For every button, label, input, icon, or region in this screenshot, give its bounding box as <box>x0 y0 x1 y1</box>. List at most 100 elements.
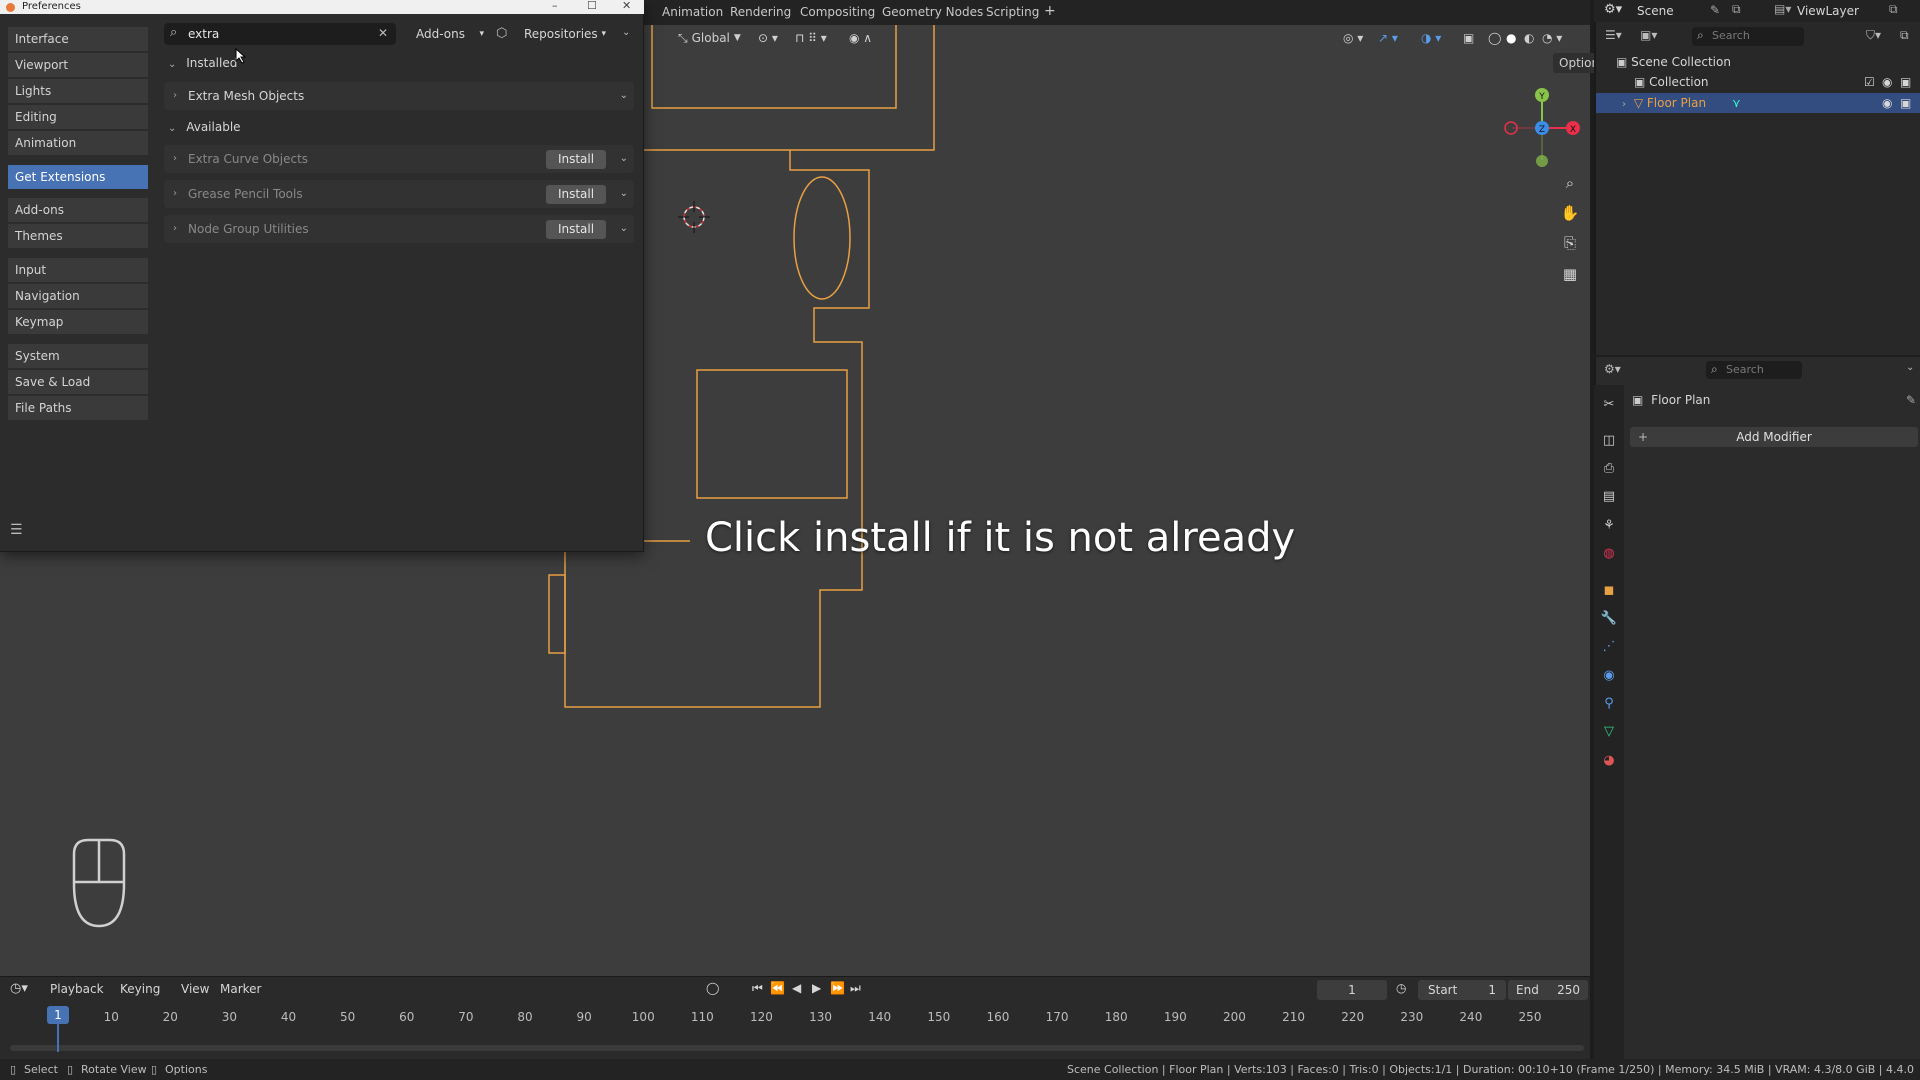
nav-editing[interactable]: Editing <box>8 105 148 129</box>
nav-interface[interactable]: Interface <box>8 27 148 51</box>
nav-system[interactable]: System <box>8 344 148 368</box>
navigation-gizmo[interactable]: Y Z X <box>1500 80 1580 170</box>
view-layer-name[interactable]: ViewLayer <box>1797 4 1859 18</box>
add-workspace-button[interactable]: + <box>1044 3 1056 19</box>
menu-view[interactable]: View <box>181 982 209 996</box>
visibility-icon[interactable]: ◎ ▾ <box>1343 29 1363 47</box>
extension-row-grease-pencil-tools[interactable]: › Grease Pencil Tools Install ⌄ <box>164 180 634 208</box>
xray-icon[interactable]: ▣ <box>1463 29 1474 47</box>
tab-animation[interactable]: Animation <box>662 5 723 19</box>
overlay-icon[interactable]: ◑ ▾ <box>1421 29 1441 47</box>
end-frame-field[interactable]: End 250 <box>1508 980 1588 1000</box>
chevron-down-icon[interactable]: ⌄ <box>620 82 628 110</box>
outliner-display-mode-icon[interactable]: ☰▾ <box>1605 28 1622 42</box>
particles-icon[interactable]: ⋰ <box>1600 637 1618 655</box>
tab-geometry-nodes[interactable]: Geometry Nodes <box>882 5 983 19</box>
material-icon[interactable]: ◕ <box>1600 751 1618 769</box>
nav-animation[interactable]: Animation <box>8 131 148 155</box>
outliner-filter-mode-icon[interactable]: ▣▾ <box>1640 28 1657 42</box>
pin-icon[interactable]: ✎ <box>1710 3 1720 17</box>
physics-icon[interactable]: ◉ <box>1600 666 1618 684</box>
install-button[interactable]: Install <box>546 220 606 239</box>
outliner-row-scene-collection[interactable]: ▣ Scene Collection <box>1596 52 1920 72</box>
modifier-wrench-icon[interactable]: 🔧 <box>1600 609 1618 627</box>
current-frame-field[interactable]: 1 <box>1317 980 1387 1000</box>
properties-object-name[interactable]: Floor Plan <box>1651 393 1710 407</box>
menu-playback[interactable]: Playback <box>50 982 104 996</box>
rendered-shading-icon[interactable]: ◔ ▾ <box>1542 29 1562 47</box>
pan-hand-icon[interactable]: ✋ <box>1559 204 1581 226</box>
scene-name[interactable]: Scene <box>1637 4 1674 18</box>
tab-compositing[interactable]: Compositing <box>800 5 875 19</box>
pivot-icon[interactable]: ⊙ ▾ <box>758 29 778 47</box>
installed-section-header[interactable]: ⌄ Installed <box>164 53 237 73</box>
solid-shading-icon[interactable]: ● <box>1506 29 1516 47</box>
output-icon[interactable]: ⎙ <box>1600 459 1618 477</box>
jump-keyframe-back-icon[interactable]: ⏪ <box>770 981 785 995</box>
proportional-edit-icon[interactable]: ◉ ∧ <box>849 29 872 47</box>
nav-viewport[interactable]: Viewport <box>8 53 148 77</box>
nav-save-load[interactable]: Save & Load <box>8 370 148 394</box>
menu-keying[interactable]: Keying <box>120 982 160 996</box>
maximize-icon[interactable]: ☐ <box>587 0 597 12</box>
add-modifier-button[interactable]: + Add Modifier <box>1630 427 1918 447</box>
minimize-icon[interactable]: – <box>552 0 558 12</box>
checkbox-icon[interactable]: ☑ <box>1864 72 1875 92</box>
nav-input[interactable]: Input <box>8 258 148 282</box>
jump-keyframe-forward-icon[interactable]: ⏩ <box>830 981 845 995</box>
new-scene-icon[interactable]: ⧉ <box>1732 2 1741 17</box>
hamburger-menu-icon[interactable]: ☰ <box>10 522 23 538</box>
object-icon[interactable]: ◼ <box>1600 581 1618 599</box>
material-shading-icon[interactable]: ◐ <box>1524 29 1534 47</box>
clear-search-icon[interactable]: ✕ <box>378 26 388 40</box>
available-section-header[interactable]: ⌄ Available <box>164 117 241 137</box>
view-layer-icon[interactable]: ▤▾ <box>1774 2 1791 16</box>
extensions-menu-icon[interactable]: ⌄ <box>622 27 630 38</box>
properties-search-input[interactable]: ⌕ Search <box>1706 361 1802 379</box>
chevron-down-icon[interactable]: ⌄ <box>620 180 628 208</box>
nav-get-extensions[interactable]: Get Extensions <box>8 165 148 189</box>
eye-icon[interactable]: ◉ <box>1882 72 1892 92</box>
constraints-icon[interactable]: ⚲ <box>1600 694 1618 712</box>
pin-icon[interactable]: ✎ <box>1906 393 1916 407</box>
data-icon[interactable]: ▽ <box>1600 722 1618 740</box>
nav-keymap[interactable]: Keymap <box>8 310 148 334</box>
grid-view-icon[interactable]: ▦ <box>1559 265 1581 287</box>
tab-rendering[interactable]: Rendering <box>730 5 791 19</box>
zoom-icon[interactable]: ⌕ <box>1559 174 1581 196</box>
camera-icon[interactable]: ▣ <box>1900 93 1911 113</box>
stopwatch-icon[interactable]: ◷ <box>1396 981 1406 995</box>
nav-navigation[interactable]: Navigation <box>8 284 148 308</box>
outliner-search-input[interactable]: ⌕ Search <box>1692 27 1804 46</box>
render-icon[interactable]: ◫ <box>1600 431 1618 449</box>
tool-icon[interactable]: ✂ <box>1600 395 1618 413</box>
jump-start-icon[interactable]: ⏮ <box>752 981 763 996</box>
outliner-row-floor-plan[interactable]: › ▽ Floor Plan ⋎ ◉ ▣ <box>1596 93 1920 113</box>
start-frame-field[interactable]: Start 1 <box>1418 980 1506 1000</box>
extension-row-extra-curve-objects[interactable]: › Extra Curve Objects Install ⌄ <box>164 145 634 173</box>
chevron-down-icon[interactable]: ⌄ <box>620 145 628 173</box>
repositories-dropdown[interactable]: Repositories ▾ <box>518 23 608 45</box>
extensions-search-box[interactable]: ⌕ extra ✕ <box>164 23 396 45</box>
wireframe-shading-icon[interactable]: ◯ <box>1488 29 1501 47</box>
nav-lights[interactable]: Lights <box>8 79 148 103</box>
eye-icon[interactable]: ◉ <box>1882 93 1892 113</box>
properties-editor-type-icon[interactable]: ⚙▾ <box>1604 362 1621 376</box>
nav-themes[interactable]: Themes <box>8 224 148 248</box>
tag-icon[interactable]: ⬡ <box>496 26 507 41</box>
chevron-down-icon[interactable]: ⌄ <box>620 215 628 243</box>
world-icon[interactable]: ◍ <box>1600 544 1618 562</box>
camera-icon[interactable]: ▣ <box>1900 72 1911 92</box>
snap-icon[interactable]: ⊓ ⠿ ▾ <box>795 29 827 47</box>
filter-dropdown[interactable]: Add-ons ▾ <box>408 23 488 45</box>
outliner-row-collection[interactable]: ▣ Collection ☑ ◉ ▣ <box>1596 72 1920 92</box>
install-button[interactable]: Install <box>546 150 606 169</box>
nav-file-paths[interactable]: File Paths <box>8 396 148 420</box>
timeline-editor-type-icon[interactable]: ◷▾ <box>10 981 28 996</box>
install-button[interactable]: Install <box>546 185 606 204</box>
play-icon[interactable]: ▶ <box>812 981 821 995</box>
gizmo-icon[interactable]: ↗ ▾ <box>1378 29 1398 47</box>
close-icon[interactable]: ✕ <box>622 0 631 12</box>
timeline-scrollbar[interactable] <box>10 1045 1584 1051</box>
play-reverse-icon[interactable]: ◀ <box>792 981 801 995</box>
